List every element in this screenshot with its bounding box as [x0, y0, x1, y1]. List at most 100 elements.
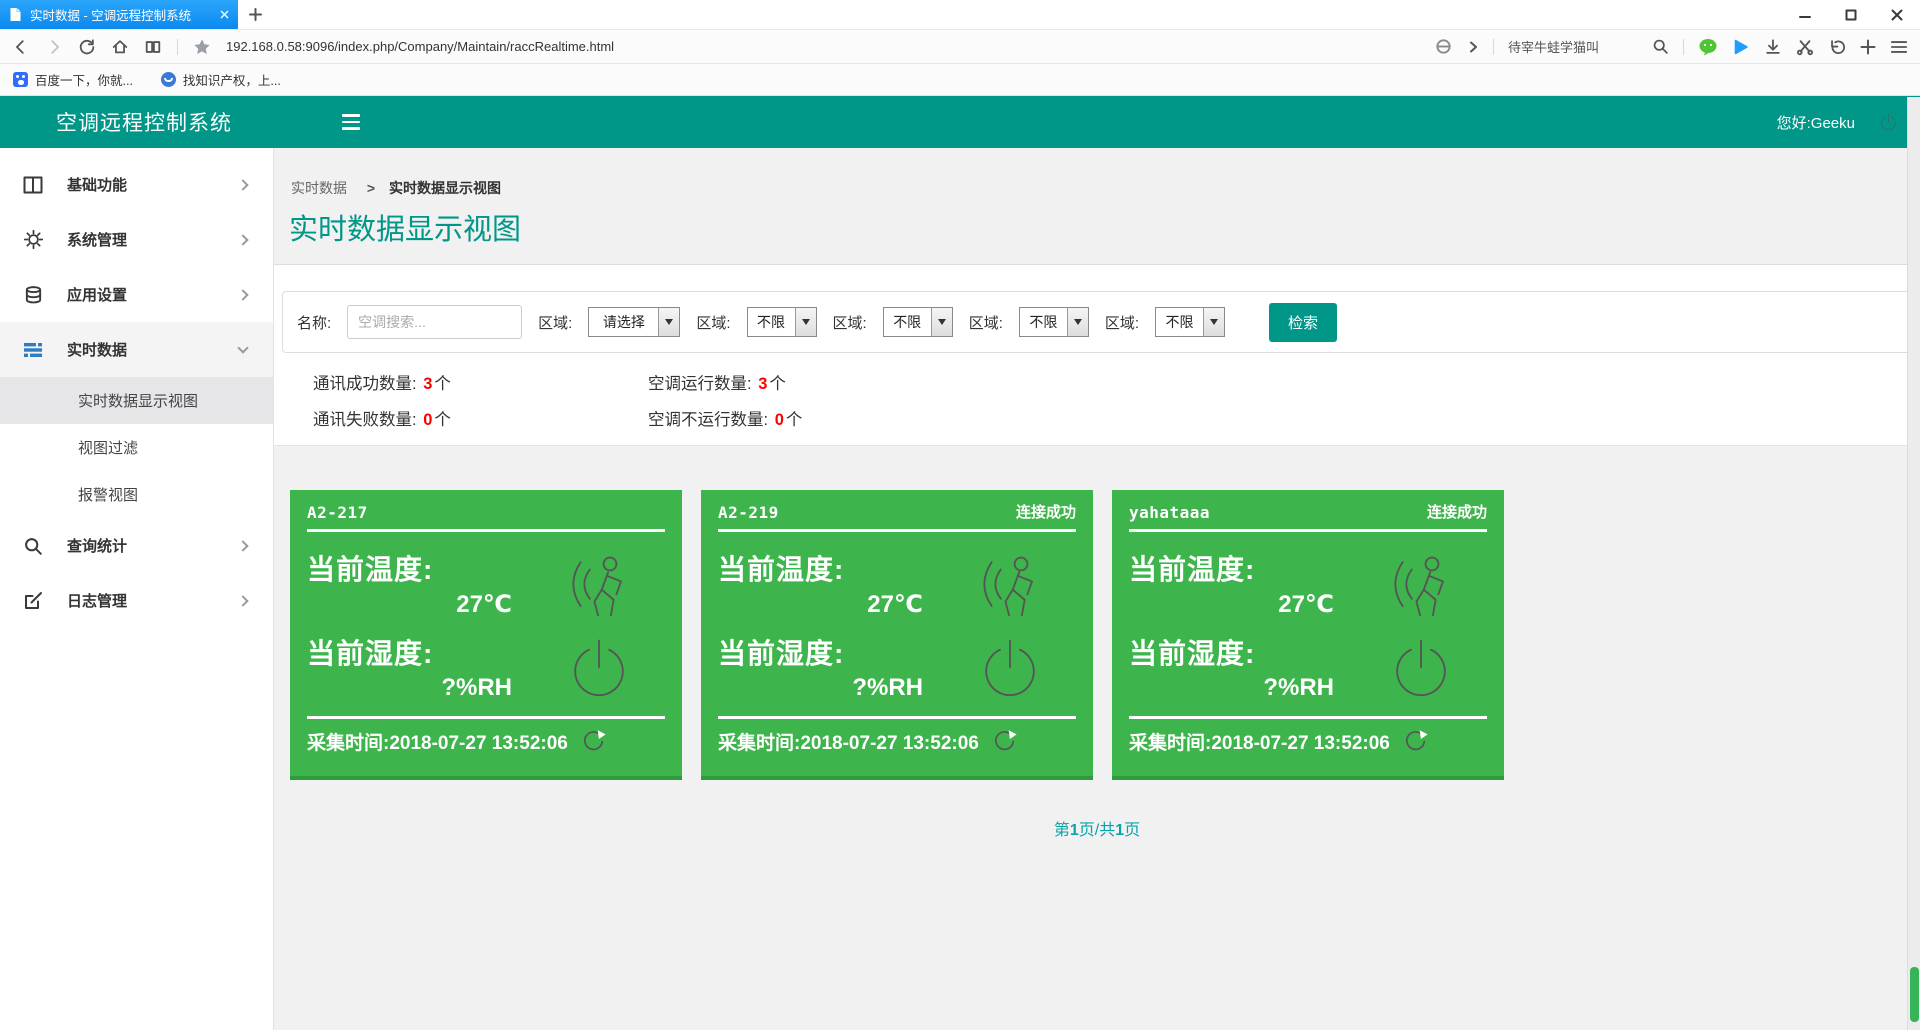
region-select-5[interactable]: 不限	[1155, 307, 1225, 337]
realtime-data-submenu: 实时数据显示视图 视图过滤 报警视图	[0, 377, 273, 518]
bookmark-star-icon[interactable]	[193, 38, 211, 56]
divider	[1493, 39, 1494, 55]
card-header: A2-219 连接成功	[718, 490, 1076, 532]
bookmark-item-baidu[interactable]: 百度一下，你就...	[13, 70, 133, 89]
select-dropdown-button[interactable]	[931, 308, 952, 336]
download-icon[interactable]	[1764, 38, 1782, 56]
region-select-4[interactable]: 不限	[1019, 307, 1089, 337]
temperature-value: 27℃	[718, 590, 923, 619]
ac-search-input[interactable]	[347, 305, 522, 339]
select-dropdown-button[interactable]	[1067, 308, 1088, 336]
page-scrollbar[interactable]	[1907, 97, 1920, 1030]
caret-down-icon	[1074, 319, 1082, 325]
window-close-button[interactable]	[1874, 0, 1920, 30]
total-page-number: 1	[1115, 822, 1124, 839]
sidebar-item-label: 基础功能	[67, 174, 127, 195]
sidebar-subitem-alarm-view[interactable]: 报警视图	[0, 471, 273, 518]
region-select-3[interactable]: 不限	[883, 307, 953, 337]
caret-down-icon	[1210, 319, 1218, 325]
sidebar-item-label: 应用设置	[67, 284, 127, 305]
stat-unit: 个	[434, 375, 451, 393]
select-value: 不限	[1156, 308, 1203, 336]
search-button[interactable]: 检索	[1269, 303, 1337, 342]
card-footer: 采集时间:2018-07-27 13:52:06	[307, 716, 665, 755]
humidity-value: ?%RH	[718, 674, 923, 702]
columns-icon	[22, 176, 44, 194]
card-header: yahataaa 连接成功	[1129, 490, 1487, 532]
sidebar-toggle-icon[interactable]	[342, 114, 360, 130]
sidebar-item-app-settings[interactable]: 应用设置	[0, 267, 273, 322]
breadcrumb: 实时数据 > 实时数据显示视图	[291, 178, 1920, 198]
undo-icon[interactable]	[1828, 38, 1846, 56]
sidebar-subitem-realtime-view[interactable]: 实时数据显示视图	[0, 377, 273, 424]
region-select-2[interactable]: 不限	[747, 307, 817, 337]
browser-tab[interactable]: 实时数据 - 空调远程控制系统	[0, 0, 238, 29]
tab-close-icon[interactable]	[220, 10, 229, 19]
search-box[interactable]: 待宰牛蛙学猫叫	[1508, 37, 1638, 56]
sidebar-item-realtime-data[interactable]: 实时数据	[0, 322, 273, 377]
refresh-icon[interactable]	[78, 38, 96, 56]
humidity-value: ?%RH	[307, 674, 512, 702]
main-content: 实时数据 > 实时数据显示视图 实时数据显示视图 名称: 区域: 请选择 区域:	[274, 148, 1920, 1030]
new-tab-button[interactable]	[238, 0, 272, 29]
chevron-right-icon[interactable]	[1467, 41, 1479, 53]
reading-mode-icon[interactable]	[144, 38, 162, 56]
browser-tab-strip: 实时数据 - 空调远程控制系统	[0, 0, 1920, 30]
region-select-1[interactable]: 请选择	[588, 307, 680, 337]
caret-down-icon	[665, 319, 673, 325]
region-label: 区域:	[1105, 312, 1139, 333]
sidebar-item-query-statistics[interactable]: 查询统计	[0, 518, 273, 573]
refresh-icon[interactable]	[581, 729, 606, 754]
power-icon[interactable]	[566, 636, 632, 702]
scrollbar-thumb[interactable]	[1910, 967, 1919, 1022]
search-icon[interactable]	[1652, 38, 1669, 55]
refresh-icon[interactable]	[992, 729, 1017, 754]
select-dropdown-button[interactable]	[795, 308, 816, 336]
window-maximize-button[interactable]	[1828, 0, 1874, 30]
breadcrumb-parent[interactable]: 实时数据	[291, 180, 347, 196]
stat-unit: 个	[434, 411, 451, 429]
bookmark-favicon-icon	[161, 72, 176, 87]
card-body: 当前温度: 27℃ 当前湿度: ?%RH	[718, 532, 1076, 716]
forward-icon[interactable]	[45, 38, 63, 56]
select-dropdown-button[interactable]	[658, 308, 679, 336]
chevron-right-icon	[237, 595, 248, 606]
power-icon[interactable]	[977, 636, 1043, 702]
wechat-icon[interactable]	[1698, 38, 1718, 56]
temperature-label: 当前温度:	[1129, 548, 1355, 588]
card-icons	[1355, 532, 1487, 716]
play-icon[interactable]	[1732, 38, 1750, 56]
breadcrumb-separator: >	[367, 180, 375, 196]
connection-status: 连接成功	[1427, 501, 1487, 522]
back-icon[interactable]	[12, 38, 30, 56]
sidebar-subitem-label: 报警视图	[78, 484, 138, 505]
chevron-right-icon	[237, 234, 248, 245]
stat-comm-fail: 通讯失败数量: 0个	[313, 402, 648, 438]
sidebar-item-basic-functions[interactable]: 基础功能	[0, 157, 273, 212]
sidebar-subitem-label: 实时数据显示视图	[78, 390, 198, 411]
power-icon[interactable]	[1388, 636, 1454, 702]
logout-power-icon[interactable]	[1879, 113, 1898, 132]
bookmark-item-ip[interactable]: 找知识产权，上...	[161, 70, 281, 89]
refresh-icon[interactable]	[1403, 729, 1428, 754]
humidity-label: 当前湿度:	[1129, 632, 1355, 672]
home-icon[interactable]	[111, 38, 129, 56]
select-value: 不限	[748, 308, 795, 336]
ac-name: A2-219	[718, 503, 779, 522]
stat-value: 0	[421, 411, 434, 429]
select-dropdown-button[interactable]	[1203, 308, 1224, 336]
database-icon	[22, 285, 44, 305]
stat-label: 空调运行数量:	[648, 375, 752, 393]
sidebar-item-log-management[interactable]: 日志管理	[0, 573, 273, 628]
card-footer: 采集时间:2018-07-27 13:52:06	[718, 716, 1076, 755]
app-body: 基础功能 系统管理	[0, 148, 1920, 1030]
scissors-icon[interactable]	[1796, 38, 1814, 56]
add-icon[interactable]	[1860, 39, 1876, 55]
chevron-right-icon	[237, 289, 248, 300]
url-field[interactable]: 192.168.0.58:9096/index.php/Company/Main…	[226, 39, 614, 54]
sidebar-subitem-view-filter[interactable]: 视图过滤	[0, 424, 273, 471]
ie-compat-icon[interactable]	[1434, 37, 1453, 56]
menu-icon[interactable]	[1890, 39, 1908, 55]
window-minimize-button[interactable]	[1782, 0, 1828, 30]
sidebar-item-system-management[interactable]: 系统管理	[0, 212, 273, 267]
